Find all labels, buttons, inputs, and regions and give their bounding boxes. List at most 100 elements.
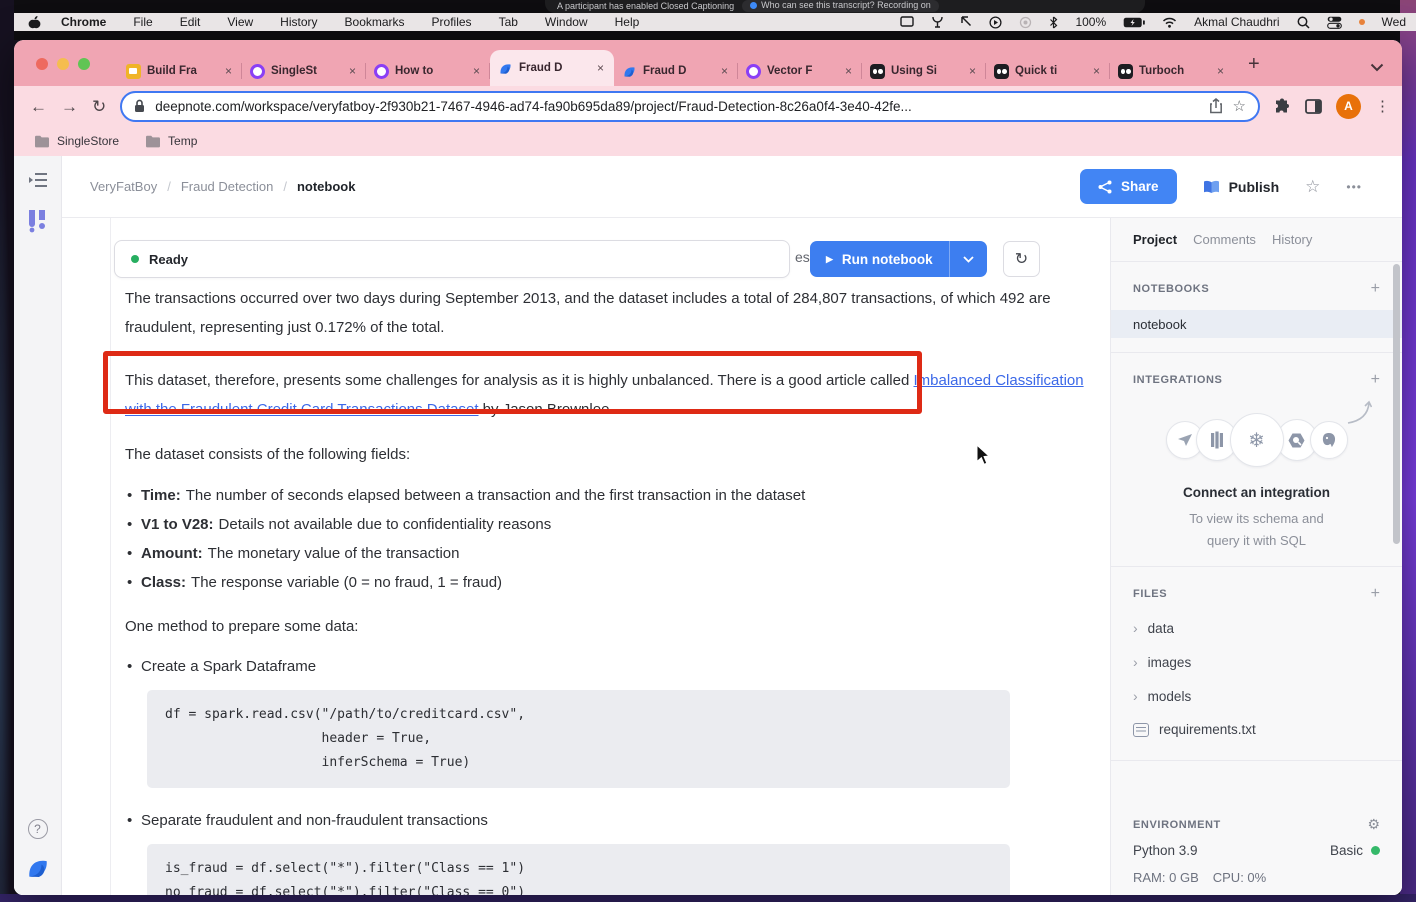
machine-status-bar[interactable]: Ready	[114, 240, 790, 278]
breadcrumb-project[interactable]: Fraud Detection	[181, 179, 274, 194]
breadcrumb-workspace[interactable]: VeryFatBoy	[90, 179, 157, 194]
forward-button[interactable]: →	[61, 98, 78, 115]
minimize-window-button[interactable]	[57, 58, 69, 70]
refresh-button[interactable]: ↻	[1003, 241, 1040, 277]
add-notebook-button[interactable]: +	[1371, 280, 1380, 298]
help-button[interactable]: ?	[28, 819, 48, 839]
address-bar[interactable]: deepnote.com/workspace/veryfatboy-2f930b…	[120, 91, 1260, 122]
back-button[interactable]: ←	[30, 98, 47, 115]
tab-turboch[interactable]: Turboch ×	[1110, 56, 1234, 86]
curved-arrow-icon	[1346, 399, 1372, 425]
deepnote-logo[interactable]	[25, 855, 51, 881]
airplay-icon[interactable]	[1019, 16, 1032, 29]
menu-history[interactable]: History	[280, 15, 317, 29]
connect-integration-cta[interactable]: Connect an integration	[1111, 485, 1402, 500]
runtime-label[interactable]: Python 3.9	[1133, 843, 1198, 858]
bookmark-folder-singlestore[interactable]: SingleStore	[34, 134, 119, 148]
tab-quick-tips[interactable]: Quick ti ×	[986, 56, 1110, 86]
menu-window[interactable]: Window	[545, 15, 588, 29]
bookmark-folder-temp[interactable]: Temp	[145, 134, 197, 148]
tab-close-icon[interactable]: ×	[719, 64, 730, 78]
play-circle-icon[interactable]	[989, 16, 1002, 29]
menu-view[interactable]: View	[227, 15, 253, 29]
workspace-logo-icon[interactable]	[26, 208, 50, 234]
search-icon[interactable]	[1297, 16, 1310, 29]
display-icon[interactable]	[900, 16, 914, 28]
pointer-icon[interactable]	[961, 16, 972, 28]
side-panel-icon[interactable]	[1305, 99, 1322, 114]
add-integration-button[interactable]: +	[1371, 371, 1380, 389]
tab-project[interactable]: Project	[1133, 232, 1177, 247]
control-center-icon[interactable]	[1327, 16, 1342, 29]
database-icon	[1209, 431, 1225, 449]
environment-settings-icon[interactable]: ⚙	[1367, 816, 1380, 833]
folder-icon	[145, 135, 161, 148]
tab-close-icon[interactable]: ×	[471, 64, 482, 78]
more-options-icon[interactable]: •••	[1346, 180, 1362, 194]
tab-close-icon[interactable]: ×	[347, 64, 358, 78]
run-options-chevron-icon[interactable]	[950, 256, 987, 263]
breadcrumb-notebook[interactable]: notebook	[297, 179, 356, 194]
file-requirements[interactable]: requirements.txt	[1111, 713, 1402, 746]
browser-menu-icon[interactable]: ⋮	[1375, 97, 1390, 115]
tab-fraud-detection-active[interactable]: Fraud D ×	[490, 50, 614, 86]
favorite-star-icon[interactable]: ☆	[1305, 177, 1320, 197]
menubar-username[interactable]: Akmal Chaudhri	[1194, 15, 1279, 29]
tab-vector[interactable]: Vector F ×	[738, 56, 862, 86]
lock-icon[interactable]	[134, 99, 145, 113]
tab-history[interactable]: History	[1272, 232, 1312, 247]
tab-comments[interactable]: Comments	[1193, 232, 1256, 247]
tab-close-icon[interactable]: ×	[595, 61, 606, 75]
apple-icon[interactable]	[28, 15, 41, 30]
code-block-filter[interactable]: is_fraud = df.select("*").filter("Class …	[147, 844, 1010, 895]
run-notebook-button[interactable]: ▶ Run notebook	[810, 241, 987, 277]
sidebar-toggle-icon[interactable]	[28, 172, 48, 188]
share-button[interactable]: Share	[1080, 169, 1177, 204]
maximize-window-button[interactable]	[78, 58, 90, 70]
folder-images[interactable]: › images	[1111, 645, 1402, 679]
publish-button[interactable]: Publish	[1203, 179, 1280, 195]
notebook-list-item[interactable]: notebook	[1111, 310, 1402, 338]
menu-profiles[interactable]: Profiles	[432, 15, 472, 29]
code-block-read-csv[interactable]: df = spark.read.csv("/path/to/creditcard…	[147, 690, 1010, 788]
extensions-icon[interactable]	[1274, 98, 1291, 115]
tab-build-fraud[interactable]: Build Fra ×	[118, 56, 242, 86]
step-separate: Separate fraudulent and non-fraudulent t…	[125, 806, 1086, 835]
integration-icons-row: ❄	[1111, 411, 1402, 469]
menu-chrome[interactable]: Chrome	[61, 15, 106, 29]
tab-close-icon[interactable]: ×	[843, 64, 854, 78]
folder-data[interactable]: › data	[1111, 611, 1402, 645]
page-scrollbar-thumb[interactable]	[1393, 264, 1400, 544]
menu-bookmarks[interactable]: Bookmarks	[345, 15, 405, 29]
menu-edit[interactable]: Edit	[180, 15, 201, 29]
integrations-title: INTEGRATIONS	[1133, 374, 1223, 386]
menu-help[interactable]: Help	[615, 15, 640, 29]
deepnote-icon	[498, 61, 513, 76]
profile-avatar[interactable]: A	[1336, 94, 1361, 119]
wifi-icon[interactable]	[1162, 17, 1177, 28]
status-dot	[131, 255, 139, 263]
tab-close-icon[interactable]: ×	[1091, 64, 1102, 78]
tab-using-si[interactable]: Using Si ×	[862, 56, 986, 86]
reload-button[interactable]: ↻	[92, 98, 106, 115]
tab-close-icon[interactable]: ×	[1215, 64, 1226, 78]
add-file-button[interactable]: +	[1371, 585, 1380, 603]
menu-file[interactable]: File	[133, 15, 152, 29]
new-tab-button[interactable]: +	[1248, 54, 1260, 74]
folder-models[interactable]: › models	[1111, 679, 1402, 713]
tab-singlestore[interactable]: SingleSt ×	[242, 56, 366, 86]
bluetooth-icon[interactable]	[1049, 16, 1058, 29]
menu-tab[interactable]: Tab	[499, 15, 518, 29]
bookmark-star-icon[interactable]: ☆	[1233, 97, 1246, 115]
tab-search-chevron-icon[interactable]	[1370, 63, 1384, 72]
tab-close-icon[interactable]: ×	[223, 64, 234, 78]
url-text[interactable]: deepnote.com/workspace/veryfatboy-2f930b…	[155, 99, 1198, 114]
tab-fraud-detection-2[interactable]: Fraud D ×	[614, 56, 738, 86]
tab-how-to[interactable]: How to ×	[366, 56, 490, 86]
close-window-button[interactable]	[36, 58, 48, 70]
elephant-icon	[1321, 432, 1337, 448]
tab-close-icon[interactable]: ×	[967, 64, 978, 78]
share-page-icon[interactable]	[1209, 98, 1223, 114]
project-sidebar: Project Comments History NOTEBOOKS + not…	[1110, 218, 1402, 895]
app-status-icon[interactable]	[931, 16, 944, 28]
